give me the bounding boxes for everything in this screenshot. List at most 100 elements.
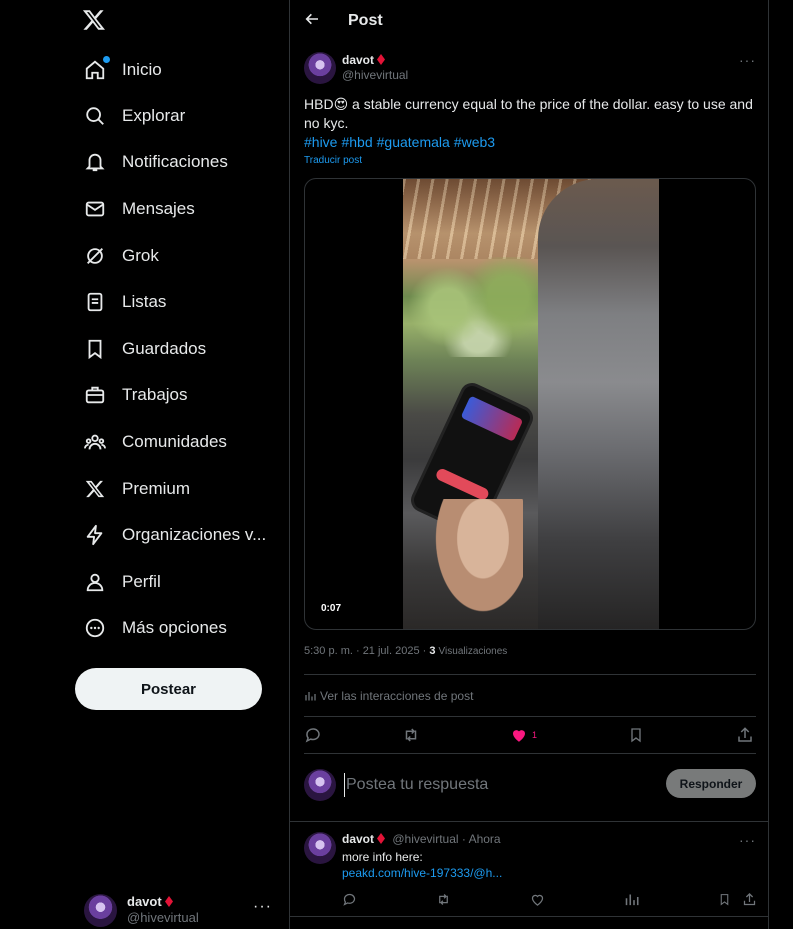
- sidebar-item-label: Organizaciones v...: [122, 525, 267, 544]
- sidebar-item-label: Notificaciones: [122, 152, 228, 171]
- heart-icon[interactable]: [530, 892, 545, 907]
- x-logo-icon[interactable]: [82, 8, 110, 36]
- list-icon: [82, 289, 108, 315]
- sidebar-item-label: Guardados: [122, 339, 207, 358]
- bell-icon: [82, 149, 108, 175]
- views-count: 3: [429, 645, 436, 657]
- reply-link[interactable]: peakd.com/hive-197333/@h...: [342, 865, 752, 881]
- reply-input[interactable]: [344, 773, 644, 797]
- sidebar-item-inicio[interactable]: Inicio: [82, 55, 162, 85]
- repost-icon[interactable]: [436, 892, 451, 907]
- translate-link[interactable]: Traducir post: [304, 155, 756, 166]
- back-arrow-icon[interactable]: [304, 11, 322, 29]
- more-icon[interactable]: ···: [739, 832, 756, 848]
- more-icon[interactable]: ···: [253, 898, 272, 916]
- video-duration: 0:07: [315, 601, 348, 616]
- home-icon: [82, 56, 110, 83]
- reply-submit-button[interactable]: Responder: [666, 769, 756, 798]
- post-button[interactable]: Postear: [75, 668, 262, 710]
- sidebar-item-guardados[interactable]: Guardados: [82, 334, 206, 364]
- analytics-icon[interactable]: [624, 892, 639, 907]
- hive-diamond-icon: [377, 54, 386, 65]
- communities-icon: [82, 429, 108, 455]
- tweet-author: davot @hivevirtual ···: [304, 52, 756, 88]
- sidebar-item-label: Más opciones: [122, 618, 227, 637]
- app: Inicio Explorar Notificaciones Mensajes: [0, 0, 793, 929]
- sidebar-item-label: Trabajos: [122, 385, 188, 404]
- reply-text: more info here:: [342, 850, 423, 864]
- sidebar-item-grok[interactable]: Grok: [82, 241, 159, 271]
- sidebar-item-notificaciones[interactable]: Notificaciones: [82, 147, 228, 177]
- more-icon[interactable]: ···: [739, 52, 756, 68]
- tweet-text: HBD😍 a stable currency equal to the pric…: [304, 95, 756, 166]
- reply-icon[interactable]: [342, 892, 357, 907]
- hashtags: #hive #hbd #guatemala #web3: [304, 133, 756, 152]
- person-icon: [82, 569, 108, 595]
- reply-actions: [342, 892, 756, 908]
- sidebar-item-comunidades[interactable]: Comunidades: [82, 427, 227, 457]
- sidebar-item-mensajes[interactable]: Mensajes: [82, 194, 195, 224]
- sidebar-item-label: Premium: [122, 479, 191, 498]
- tweet-text-prefix: HBD: [304, 96, 334, 112]
- sidebar-item-label: Comunidades: [122, 432, 227, 451]
- briefcase-icon: [82, 382, 108, 408]
- sidebar-item-perfil[interactable]: Perfil: [82, 567, 161, 597]
- author-name[interactable]: davot: [342, 53, 374, 67]
- divider: [304, 716, 756, 717]
- sidebar-item-label: Mensajes: [122, 199, 195, 218]
- bookmark-icon[interactable]: [718, 892, 731, 907]
- account-info: davot @hivevirtual: [127, 894, 199, 926]
- sidebar-item-label: Listas: [122, 292, 167, 311]
- heart-eyes-emoji: 😍: [333, 96, 349, 112]
- search-icon: [82, 103, 108, 129]
- envelope-icon: [82, 196, 108, 222]
- hashtag-link[interactable]: #web3: [454, 134, 495, 150]
- sidebar-item-label: Inicio: [122, 60, 162, 79]
- account-handle: @hivevirtual: [127, 910, 199, 925]
- sidebar-item-premium[interactable]: Premium: [82, 474, 190, 504]
- sidebar-item-listas[interactable]: Listas: [82, 287, 166, 317]
- hashtag-link[interactable]: #hive: [304, 134, 337, 150]
- sidebar-item-explorar[interactable]: Explorar: [82, 101, 185, 131]
- repost-button[interactable]: [402, 726, 420, 744]
- more-circle-icon: [82, 615, 108, 641]
- video-player[interactable]: 0:07: [304, 178, 756, 630]
- sidebar-item-label: Perfil: [122, 572, 161, 591]
- account-name: davot: [127, 894, 162, 909]
- divider: [290, 821, 768, 822]
- x-logo-icon: [82, 476, 108, 502]
- repost-icon: [405, 728, 417, 742]
- hashtag-link[interactable]: #guatemala: [377, 134, 450, 150]
- sidebar-item-trabajos[interactable]: Trabajos: [82, 380, 188, 410]
- divider: [290, 916, 768, 917]
- avatar[interactable]: [304, 832, 336, 864]
- divider: [304, 674, 756, 675]
- author-handle[interactable]: @hivevirtual · Ahora: [392, 832, 500, 846]
- divider: [304, 753, 756, 754]
- hashtag-link[interactable]: #hbd: [341, 134, 372, 150]
- video-frame: [403, 179, 659, 629]
- avatar: [304, 769, 336, 801]
- like-button[interactable]: 1: [510, 726, 537, 744]
- reply-icon: [305, 728, 320, 743]
- sidebar-item-mas-opciones[interactable]: Más opciones: [82, 613, 227, 643]
- bookmark-button[interactable]: [628, 726, 644, 744]
- sidebar-item-label: Grok: [122, 246, 159, 265]
- author-handle[interactable]: @hivevirtual: [342, 68, 408, 83]
- view-interactions-link[interactable]: Ver las interacciones de post: [304, 689, 473, 703]
- share-button[interactable]: [736, 726, 754, 744]
- bookmark-icon: [82, 336, 108, 362]
- tweet-text-body: a stable currency equal to the price of …: [304, 96, 753, 131]
- view-interactions-label: Ver las interacciones de post: [320, 689, 474, 703]
- avatar[interactable]: [304, 52, 336, 84]
- tweet-time[interactable]: 5:30 p. m. · 21 jul. 2025 ·: [304, 645, 426, 657]
- account-switcher[interactable]: davot @hivevirtual ···: [84, 892, 280, 928]
- tweet-meta: 5:30 p. m. · 21 jul. 2025 · 3 Visualizac…: [304, 645, 507, 657]
- author-name[interactable]: davot: [342, 832, 374, 846]
- reply-button[interactable]: [304, 726, 322, 744]
- like-count: 1: [532, 730, 538, 740]
- hive-diamond-icon: [377, 833, 386, 844]
- sidebar-item-organizaciones[interactable]: Organizaciones v...: [82, 520, 266, 550]
- sidebar-item-label: Explorar: [122, 106, 186, 125]
- share-icon[interactable]: [742, 892, 757, 907]
